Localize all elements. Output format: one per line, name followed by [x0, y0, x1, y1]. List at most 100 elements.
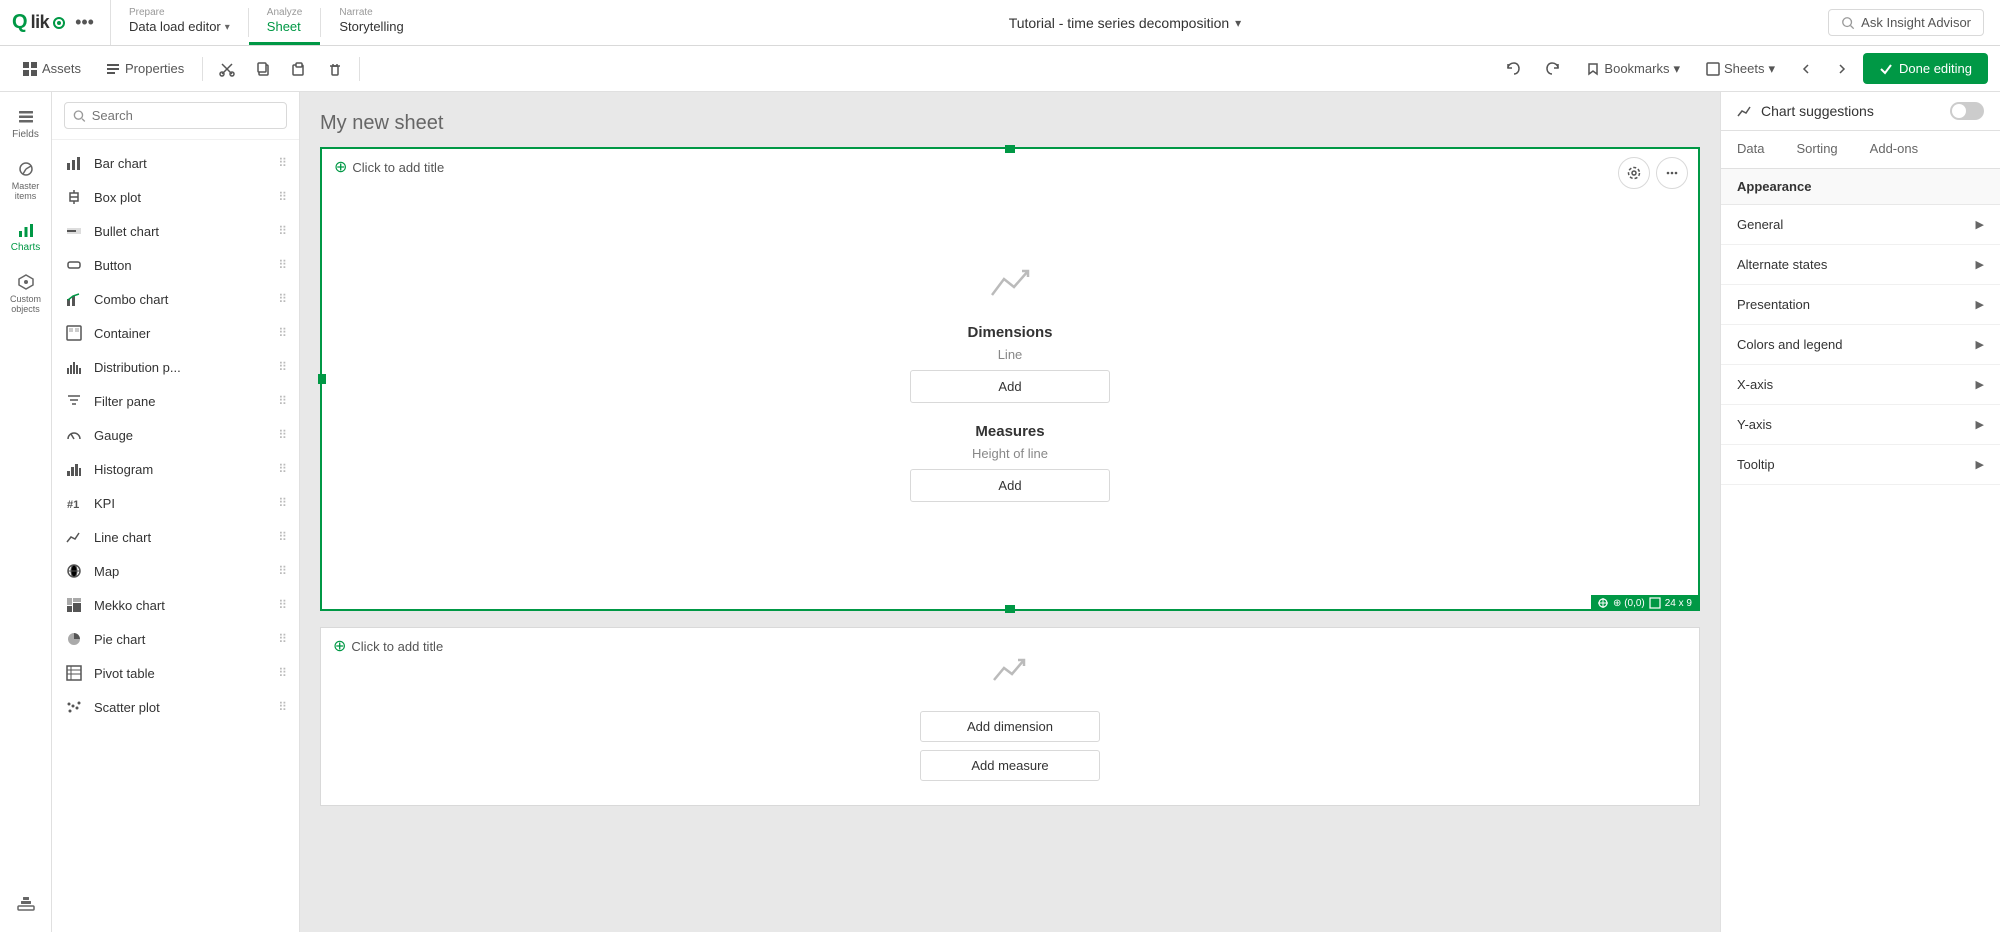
- chart-item-mekko[interactable]: Mekko chart ⠿: [52, 588, 299, 622]
- rp-tab-data[interactable]: Data: [1721, 131, 1780, 168]
- click-to-add-title-1[interactable]: ⊕ Click to add title: [334, 157, 444, 177]
- properties-toggle-button[interactable]: Properties: [95, 55, 194, 83]
- app-title: Tutorial - time series decomposition ▾: [422, 0, 1828, 45]
- cut-button[interactable]: [211, 55, 243, 83]
- nav-item-analyze[interactable]: Analyze Sheet: [249, 0, 321, 45]
- chart-item-gauge[interactable]: Gauge ⠿: [52, 418, 299, 452]
- rp-x-axis-chevron-icon: ▶: [1976, 378, 1984, 391]
- app-menu-button[interactable]: •••: [71, 12, 98, 33]
- chart-item-kpi[interactable]: #1 KPI ⠿: [52, 486, 299, 520]
- nav-analyze[interactable]: Analyze Sheet: [249, 0, 321, 45]
- chart-item-pivot-table[interactable]: Pivot table ⠿: [52, 656, 299, 690]
- rp-section-presentation: Presentation ▶: [1721, 285, 2000, 325]
- box-plot-icon: [64, 187, 84, 207]
- rp-section-header-tooltip[interactable]: Tooltip ▶: [1721, 445, 2000, 484]
- chart-item-gauge-left: Gauge: [64, 425, 133, 445]
- next-sheet-button[interactable]: [1827, 56, 1857, 82]
- app-title-chevron-icon[interactable]: ▾: [1235, 16, 1241, 30]
- sidebar-item-charts[interactable]: Charts: [3, 213, 49, 261]
- sheets-button[interactable]: Sheets ▾: [1696, 55, 1785, 83]
- rp-section-header-colors-legend[interactable]: Colors and legend ▶: [1721, 325, 2000, 364]
- chart-item-bullet-chart[interactable]: Bullet chart ⠿: [52, 214, 299, 248]
- widget-settings-button[interactable]: [1618, 157, 1650, 189]
- bar-chart-drag-icon: ⠿: [278, 156, 287, 170]
- undo-button[interactable]: [1496, 54, 1530, 84]
- search-input-wrap[interactable]: [64, 102, 287, 129]
- svg-text:#1: #1: [67, 499, 79, 511]
- nav-item-narrate[interactable]: Narrate Storytelling: [321, 0, 421, 45]
- click-to-add-title-2[interactable]: ⊕ Click to add title: [333, 636, 443, 656]
- pivot-table-label: Pivot table: [94, 666, 155, 681]
- sidebar-item-custom-objects[interactable]: Custom objects: [3, 265, 49, 322]
- done-editing-button[interactable]: Done editing: [1863, 53, 1988, 84]
- sidebar-item-fields[interactable]: Fields: [3, 100, 49, 148]
- rp-y-axis-chevron-icon: ▶: [1976, 418, 1984, 431]
- histogram-icon: [64, 459, 84, 479]
- paste-button[interactable]: [283, 55, 315, 83]
- chart-widget-1[interactable]: ⊕ Click to add title Dimensions Line A: [320, 147, 1700, 611]
- rp-section-tooltip-label: Tooltip: [1737, 457, 1775, 472]
- resize-handle-left[interactable]: [318, 374, 326, 384]
- bar-chart-icon: [64, 153, 84, 173]
- chart-widget-2[interactable]: ⊕ Click to add title Add dimension Add m…: [320, 627, 1700, 806]
- sidebar-item-master-items[interactable]: Master items: [3, 152, 49, 209]
- chart-suggestions-toggle[interactable]: [1950, 102, 1984, 120]
- search-input[interactable]: [92, 108, 278, 123]
- rp-section-header-x-axis[interactable]: X-axis ▶: [1721, 365, 2000, 404]
- toolbar-right: Bookmarks ▾ Sheets ▾ Done editing: [1496, 53, 1988, 84]
- chart-item-line-chart[interactable]: Line chart ⠿: [52, 520, 299, 554]
- scatter-plot-drag-icon: ⠿: [278, 700, 287, 714]
- add-measure-button-2[interactable]: Add measure: [920, 750, 1100, 781]
- chart-item-pie-chart[interactable]: Pie chart ⠿: [52, 622, 299, 656]
- chart-item-container[interactable]: Container ⠿: [52, 316, 299, 350]
- rp-tab-addons[interactable]: Add-ons: [1854, 131, 1934, 168]
- chart-item-button[interactable]: Button ⠿: [52, 248, 299, 282]
- qlik-dot-icon: [53, 17, 65, 29]
- nav-item-prepare[interactable]: Prepare Data load editor ▾: [111, 0, 248, 45]
- chart-item-box-plot[interactable]: Box plot ⠿: [52, 180, 299, 214]
- chart-item-histogram[interactable]: Histogram ⠿: [52, 452, 299, 486]
- rp-colors-legend-chevron-icon: ▶: [1976, 338, 1984, 351]
- ask-advisor-button[interactable]: Ask Insight Advisor: [1828, 9, 1984, 36]
- chart-item-bar-chart[interactable]: Bar chart ⠿: [52, 146, 299, 180]
- add-dimension-button-1[interactable]: Add: [910, 370, 1110, 403]
- button-icon: [64, 255, 84, 275]
- bookmarks-button[interactable]: Bookmarks ▾: [1576, 55, 1690, 83]
- nav-prepare[interactable]: Prepare Data load editor ▾: [111, 0, 248, 45]
- rp-section-x-axis-label: X-axis: [1737, 377, 1773, 392]
- rp-section-header-alternate-states[interactable]: Alternate states ▶: [1721, 245, 2000, 284]
- chart-item-combo-chart[interactable]: Combo chart ⠿: [52, 282, 299, 316]
- sidebar-item-bottom[interactable]: [3, 886, 49, 920]
- nav-narrate-top: Narrate: [339, 6, 403, 19]
- rp-section-tooltip: Tooltip ▶: [1721, 445, 2000, 485]
- filter-pane-label: Filter pane: [94, 394, 155, 409]
- redo-button[interactable]: [1536, 54, 1570, 84]
- copy-button[interactable]: [247, 55, 279, 83]
- nav-analyze-main: Sheet: [267, 19, 303, 36]
- add-measure-button-1[interactable]: Add: [910, 469, 1110, 502]
- add-dimension-button-2[interactable]: Add dimension: [920, 711, 1100, 742]
- rp-section-header-y-axis[interactable]: Y-axis ▶: [1721, 405, 2000, 444]
- rp-section-header-general[interactable]: General ▶: [1721, 205, 2000, 244]
- resize-handle-top[interactable]: [1005, 145, 1015, 153]
- delete-button[interactable]: [319, 55, 351, 83]
- resize-handle-bottom[interactable]: [1005, 605, 1015, 613]
- qlik-wordmark: lik: [31, 12, 50, 33]
- nav-narrate[interactable]: Narrate Storytelling: [321, 0, 421, 45]
- assets-toggle-button[interactable]: Assets: [12, 55, 91, 83]
- chart-item-scatter-plot[interactable]: Scatter plot ⠿: [52, 690, 299, 724]
- charts-search-area: [52, 92, 299, 140]
- gauge-drag-icon: ⠿: [278, 428, 287, 442]
- logo-area: Q lik •••: [0, 0, 111, 45]
- chart-item-map[interactable]: Map ⠿: [52, 554, 299, 588]
- mekko-label: Mekko chart: [94, 598, 165, 613]
- rp-section-general-label: General: [1737, 217, 1783, 232]
- search-icon: [1841, 16, 1855, 30]
- chart-item-distribution[interactable]: Distribution p... ⠿: [52, 350, 299, 384]
- prev-sheet-button[interactable]: [1791, 56, 1821, 82]
- rp-tab-sorting[interactable]: Sorting: [1780, 131, 1853, 168]
- widget-more-button[interactable]: [1656, 157, 1688, 189]
- chart-item-filter-pane[interactable]: Filter pane ⠿: [52, 384, 299, 418]
- rp-section-header-presentation[interactable]: Presentation ▶: [1721, 285, 2000, 324]
- chart-empty-icon-2: [990, 648, 1030, 691]
